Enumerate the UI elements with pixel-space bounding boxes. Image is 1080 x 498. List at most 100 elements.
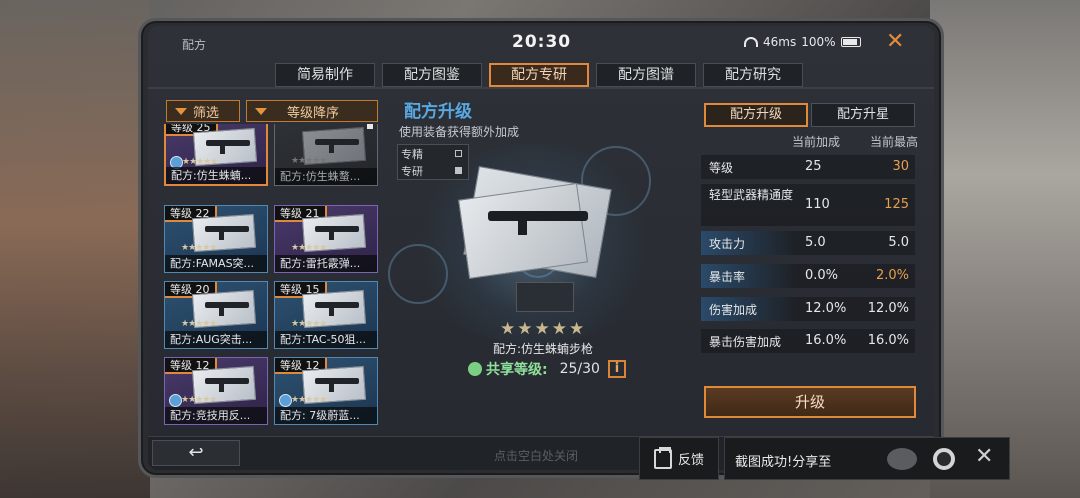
stat-name: 暴击伤害加成 bbox=[709, 335, 782, 349]
stat-max: 12.0% bbox=[867, 301, 909, 316]
recipe-card[interactable]: 等级 20 ★★★★★ 配方:AUG突击... bbox=[164, 281, 268, 349]
sort-label: 等级降序 bbox=[287, 105, 340, 121]
tab-recipe-research[interactable]: 配方研究 bbox=[703, 63, 803, 87]
clock: 20:30 bbox=[512, 32, 572, 52]
star-rating: ★★★★★ bbox=[291, 319, 327, 329]
back-button[interactable]: ↩ bbox=[152, 440, 240, 466]
aperture-icon[interactable] bbox=[933, 448, 955, 470]
card-name: 配方:雷托霰弹... bbox=[275, 255, 377, 272]
status-bar: 配方 20:30 46ms 100% ✕ bbox=[148, 26, 934, 58]
rifle-icon bbox=[488, 211, 588, 235]
star-rating: ★★★★★ bbox=[500, 319, 587, 339]
tab-recipe-star-up[interactable]: 配方升星 bbox=[811, 103, 915, 127]
tab-recipe-atlas[interactable]: 配方图谱 bbox=[596, 63, 696, 87]
stat-row: 攻击力 5.0 5.0 bbox=[701, 231, 915, 255]
background-right bbox=[930, 0, 1080, 498]
filter-button[interactable]: 筛选 bbox=[166, 100, 240, 122]
rifle-icon bbox=[315, 139, 359, 153]
weapon-name: 配方:仿生蛛蝻步枪 bbox=[493, 342, 594, 356]
network-status: 46ms 100% bbox=[744, 35, 861, 49]
stat-name: 轻型武器精通度 bbox=[709, 188, 794, 202]
clipboard-icon bbox=[653, 446, 672, 469]
tab-recipe-upgrade[interactable]: 配方升级 bbox=[704, 103, 808, 127]
star-rating: ★★★★★ bbox=[182, 157, 218, 167]
stat-row: 暴击率 0.0% 2.0% bbox=[701, 264, 915, 288]
panel-subtitle: 使用装备获得额外加成 bbox=[399, 125, 520, 139]
stat-current: 12.0% bbox=[805, 301, 847, 316]
stat-max: 5.0 bbox=[888, 235, 909, 250]
ping-text: 46ms bbox=[763, 35, 797, 49]
battery-text: 100% bbox=[801, 35, 836, 49]
filter-row: 筛选 等级降序 bbox=[166, 100, 378, 122]
recipe-card[interactable]: 等级 22 ★★★★★ 配方:FAMAS突... bbox=[164, 205, 268, 273]
share-icon bbox=[468, 362, 482, 376]
card-name: 配方:FAMAS突... bbox=[165, 255, 267, 272]
recipe-card[interactable]: 等级 21 ★★★★★ 配方:雷托霰弹... bbox=[274, 205, 378, 273]
close-hint: 点击空白处关闭 bbox=[494, 449, 579, 463]
card-name: 配方:AUG突击... bbox=[165, 331, 267, 348]
recipe-card[interactable]: 等级 12 ★★★★★ 配方: 7级蔚蓝... bbox=[274, 357, 378, 425]
stat-current: 110 bbox=[805, 197, 830, 212]
feedback-button[interactable]: 反馈 bbox=[639, 437, 719, 480]
recipe-card[interactable]: ★★★★★ 配方:仿生蛛蝥... bbox=[274, 124, 378, 186]
stat-current: 16.0% bbox=[805, 333, 847, 348]
card-name: 配方:仿生蛛蝥... bbox=[275, 168, 377, 185]
battery-icon bbox=[840, 37, 861, 47]
feedback-label: 反馈 bbox=[677, 453, 704, 468]
stat-max: 2.0% bbox=[875, 268, 909, 283]
filter-label: 筛选 bbox=[193, 105, 220, 121]
close-icon[interactable]: ✕ bbox=[975, 444, 993, 469]
upgrade-button[interactable]: 升级 bbox=[704, 386, 916, 418]
rifle-icon bbox=[205, 302, 249, 316]
wifi-icon bbox=[744, 37, 758, 47]
stat-name: 攻击力 bbox=[709, 237, 746, 251]
upgrade-tabs: 配方升级 配方升星 bbox=[704, 103, 915, 127]
recipe-screen: 配方 20:30 46ms 100% ✕ 简易制作 配方图鉴 配方专研 配方图谱… bbox=[148, 26, 934, 470]
recipe-card[interactable]: 等级 12 ★★★★★ 配方:竞技用反... bbox=[164, 357, 268, 425]
legend-label: 专研 bbox=[401, 164, 423, 178]
close-icon[interactable]: ✕ bbox=[886, 29, 904, 54]
star-rating: ★★★★★ bbox=[181, 395, 217, 405]
rifle-icon bbox=[205, 226, 249, 240]
info-icon[interactable]: i bbox=[607, 360, 626, 378]
shotgun-icon bbox=[315, 226, 359, 240]
sniper-icon bbox=[315, 302, 359, 316]
recipe-card[interactable]: 等级 15 ★★★★★ 配方:TAC-50狙... bbox=[274, 281, 378, 349]
decor-ring bbox=[388, 244, 448, 304]
toast-text: 截图成功!分享至 bbox=[735, 455, 832, 470]
background-left bbox=[0, 0, 150, 498]
dropdown-triangle-icon bbox=[175, 107, 187, 115]
tab-recipe-study[interactable]: 配方专研 bbox=[489, 63, 589, 87]
stat-max: 16.0% bbox=[867, 333, 909, 348]
wechat-icon[interactable] bbox=[887, 448, 917, 470]
stat-row: 伤害加成 12.0% 12.0% bbox=[701, 297, 915, 321]
tab-divider bbox=[148, 87, 934, 89]
sort-button[interactable]: 等级降序 bbox=[246, 100, 378, 122]
tab-recipe-catalog[interactable]: 配方图鉴 bbox=[382, 63, 482, 87]
star-rating: ★★★★★ bbox=[181, 243, 217, 253]
weapon-icon bbox=[315, 378, 359, 392]
stat-current: 5.0 bbox=[805, 235, 826, 250]
tab-simple-craft[interactable]: 简易制作 bbox=[275, 63, 375, 87]
locked-weapon-slot[interactable] bbox=[516, 282, 574, 312]
stat-name: 等级 bbox=[709, 161, 734, 175]
screenshot-share-toast: 截图成功!分享至 ✕ bbox=[724, 437, 1010, 480]
stat-row: 暴击伤害加成 16.0% 16.0% bbox=[701, 329, 915, 353]
bow-icon bbox=[205, 378, 249, 392]
stat-row: 轻型武器精通度 110 125 bbox=[701, 184, 915, 226]
share-level-value: 25/30 bbox=[559, 361, 600, 377]
legend-item: 专研 bbox=[398, 162, 468, 179]
card-name: 配方: 7级蔚蓝... bbox=[275, 407, 377, 424]
star-rating: ★★★★★ bbox=[291, 243, 327, 253]
star-rating: ★★★★★ bbox=[181, 319, 217, 329]
dropdown-triangle-icon bbox=[255, 107, 267, 115]
main-tabs: 简易制作 配方图鉴 配方专研 配方图谱 配方研究 bbox=[275, 63, 803, 87]
column-current: 当前加成 bbox=[792, 135, 841, 149]
legend-item: 专精 bbox=[398, 145, 468, 162]
column-max: 当前最高 bbox=[870, 135, 919, 149]
legend-label: 专精 bbox=[401, 147, 423, 161]
star-rating: ★★★★★ bbox=[291, 156, 327, 166]
stat-row: 等级 25 30 bbox=[701, 155, 915, 179]
recipe-card[interactable]: 等级 25 ★★★★★ 配方:仿生蛛蝻... bbox=[164, 124, 268, 186]
stat-max: 125 bbox=[884, 197, 909, 212]
